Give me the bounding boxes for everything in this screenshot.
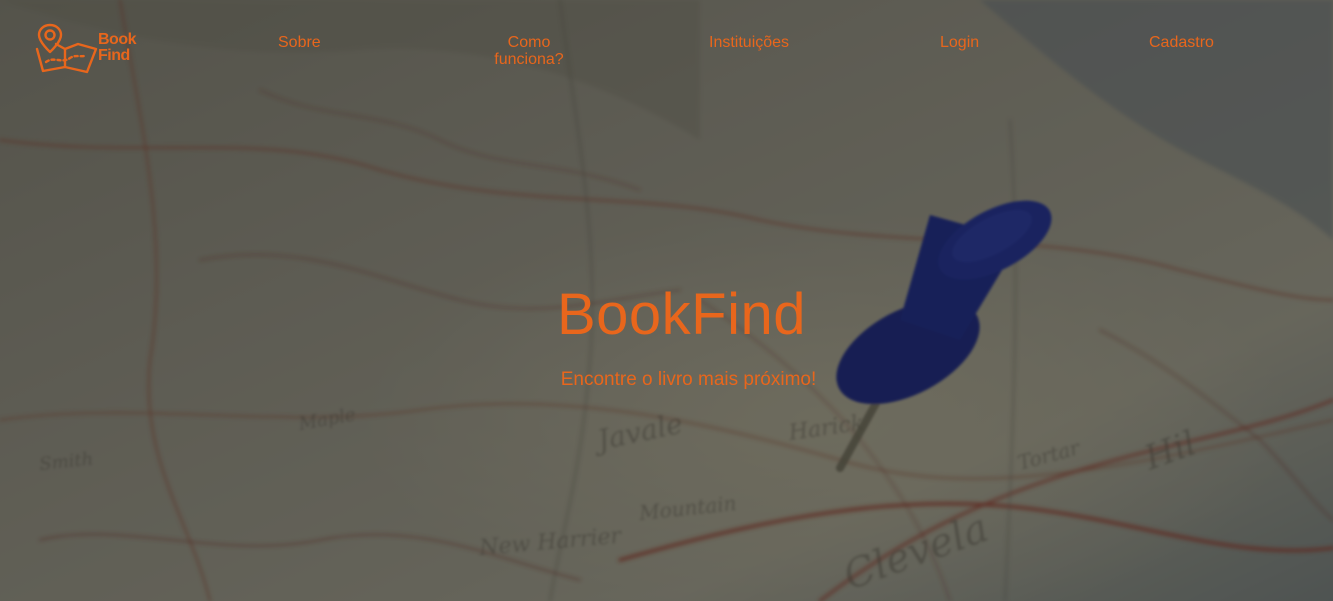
hero-section: Javale Harick Mountain New Harrier Torta… [0, 0, 1333, 601]
nav-link-como-funciona[interactable]: Como funciona? [487, 34, 571, 68]
nav-link-instituicoes[interactable]: Instituições [709, 34, 789, 51]
top-navigation: Book Find Sobre Como funciona? Instituiç… [0, 0, 1333, 90]
brand-line-2: Find [98, 47, 130, 64]
brand-wordmark: Book Find [98, 31, 137, 64]
nav-link-cadastro[interactable]: Cadastro [1149, 34, 1214, 51]
map-pin-book-icon [35, 23, 98, 74]
nav-link-login[interactable]: Login [940, 34, 979, 51]
hero-title: BookFind [556, 282, 807, 347]
hero-subtitle: Encontre o livro mais próximo! [560, 369, 817, 390]
brand-logo[interactable]: Book Find [34, 22, 154, 76]
brand-line-1: Book [98, 31, 137, 48]
nav-link-sobre[interactable]: Sobre [278, 34, 321, 51]
